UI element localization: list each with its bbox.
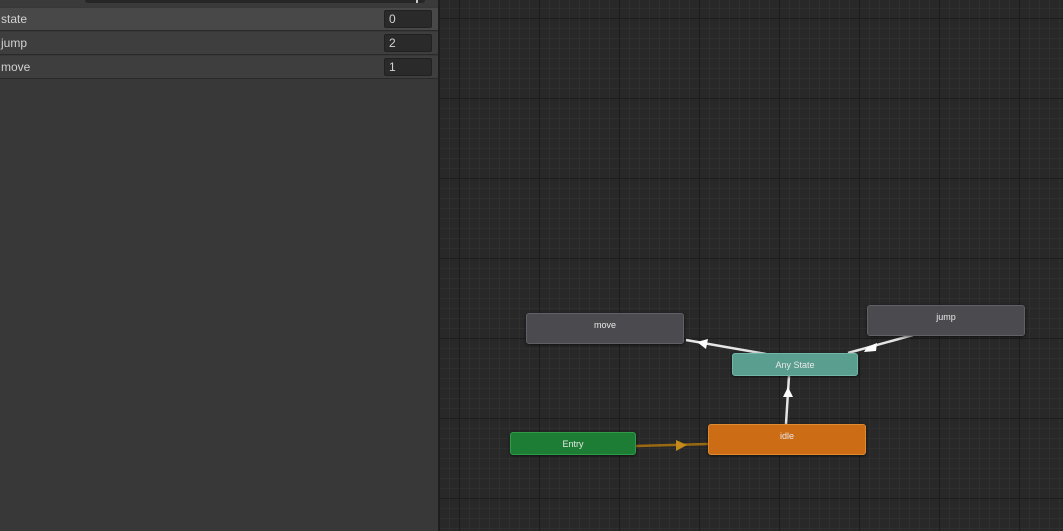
parameter-name: state xyxy=(1,12,28,26)
parameter-search-field[interactable] xyxy=(85,0,425,3)
state-node-label: idle xyxy=(779,431,794,441)
parameter-name: move xyxy=(1,60,31,74)
any-state-node[interactable]: Any State xyxy=(732,353,858,376)
parameter-name: jump xyxy=(1,36,28,50)
state-node-label: Entry xyxy=(562,439,584,449)
state-node-move[interactable]: move xyxy=(526,313,684,344)
animator-window: state 0 jump 2 move 1 move jump Any Stat… xyxy=(0,0,1063,531)
parameter-value-field[interactable]: 0 xyxy=(384,10,432,28)
entry-node[interactable]: Entry xyxy=(510,432,636,455)
parameter-value-field[interactable]: 2 xyxy=(384,34,432,52)
state-node-label: move xyxy=(593,320,616,330)
parameter-row[interactable]: jump 2 xyxy=(0,32,438,55)
parameters-panel: state 0 jump 2 move 1 xyxy=(0,0,438,531)
parameter-value-field[interactable]: 1 xyxy=(384,58,432,76)
state-node-jump[interactable]: jump xyxy=(867,305,1025,336)
state-node-label: Any State xyxy=(775,360,815,370)
state-node-label: jump xyxy=(936,312,956,322)
parameters-toolbar xyxy=(0,0,438,7)
state-node-idle[interactable]: idle xyxy=(708,424,866,455)
parameter-row[interactable]: move 1 xyxy=(0,56,438,79)
parameter-row[interactable]: state 0 xyxy=(0,8,438,31)
add-parameter-icon[interactable] xyxy=(416,0,418,3)
